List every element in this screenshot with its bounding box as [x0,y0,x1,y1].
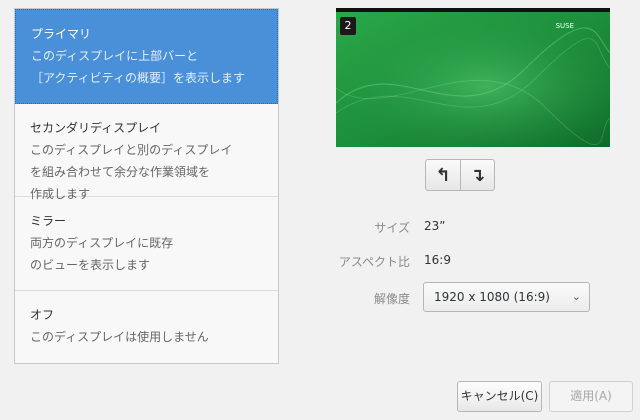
rotate-left-icon: ↰ [435,164,451,186]
size-label: サイズ [374,221,410,235]
aspect-ratio-label: アスペクト比 [338,255,410,269]
chevron-down-icon: ⌄ [571,290,581,303]
apply-button[interactable]: 適用(A) [549,381,633,412]
suse-logo-icon: SUSE [555,22,574,30]
display-mode-list: プライマリ このディスプレイに上部バーと ［アクティビティの概要］を表示します … [14,8,279,364]
mode-title: オフ [30,308,55,322]
mode-description: このディスプレイに上部バーと ［アクティビティの概要］を表示します [31,49,245,85]
rotate-left-button[interactable]: ↰ [426,160,460,190]
resolution-label: 解像度 [373,292,410,306]
aspect-ratio-value: 16:9 [424,253,451,267]
mode-title: ミラー [30,214,67,228]
rotate-right-icon: ↴ [469,164,486,186]
size-value: 23” [424,219,446,233]
mode-item-off[interactable]: オフ このディスプレイは使用しません [15,291,278,363]
rotate-button-group: ↰ ↴ [425,159,495,191]
mode-item-primary[interactable]: プライマリ このディスプレイに上部バーと ［アクティビティの概要］を表示します [15,9,278,104]
resolution-value: 1920 x 1080 (16:9) [434,290,550,304]
mode-item-mirror[interactable]: ミラー 両方のディスプレイに既存 のビューを表示します [15,197,278,291]
mode-title: プライマリ [31,27,92,41]
monitor-number-badge: 2 [340,17,356,35]
mode-description: このディスプレイと別のディスプレイ を組み合わせて余分な作業領域を 作成します [30,143,233,201]
mode-item-secondary[interactable]: セカンダリディスプレイ このディスプレイと別のディスプレイ を組み合わせて余分な… [15,104,278,201]
rotate-right-button[interactable]: ↴ [460,160,494,190]
mode-description: このディスプレイは使用しません [30,330,209,344]
resolution-select[interactable]: 1920 x 1080 (16:9) ⌄ [423,282,590,312]
mode-title: セカンダリディスプレイ [30,121,162,135]
mode-description: 両方のディスプレイに既存 のビューを表示します [30,236,174,272]
cancel-button[interactable]: キャンセル(C) [457,381,542,412]
